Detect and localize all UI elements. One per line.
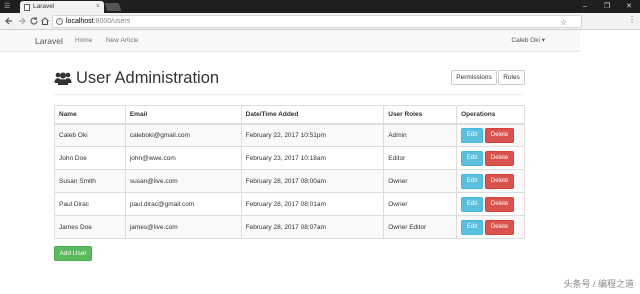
user-date-added-cell: February 22, 2017 10:51pm bbox=[240, 123, 385, 147]
users-table: Name Email Date/Time Added User Roles Op… bbox=[54, 105, 525, 239]
page-header: User Administration bbox=[54, 68, 219, 88]
operations-cell: Edit Delete bbox=[456, 169, 525, 193]
user-date-added-cell: February 28, 2017 08:00am bbox=[240, 169, 385, 193]
user-email-cell: john@wwe.com bbox=[124, 146, 242, 170]
page-favicon-icon bbox=[24, 4, 30, 11]
table-row: John Doe john@wwe.com February 23, 2017 … bbox=[54, 146, 525, 170]
delete-button[interactable]: Delete bbox=[485, 127, 515, 143]
user-name-cell: Paul Dirac bbox=[54, 192, 126, 216]
user-roles-cell: Admin bbox=[383, 123, 458, 147]
users-icon bbox=[54, 71, 72, 85]
delete-button[interactable]: Delete bbox=[485, 150, 515, 166]
add-user-button[interactable]: Add User bbox=[54, 246, 92, 261]
user-roles-cell: Editor bbox=[383, 146, 458, 170]
permissions-button[interactable]: Permissions bbox=[451, 70, 497, 85]
table-row: Paul Dirac paul.dirac@gmail.com February… bbox=[54, 192, 525, 216]
restore-icon[interactable]: ❐ bbox=[596, 0, 618, 13]
user-name-cell: Caleb Oki bbox=[54, 123, 126, 147]
column-header-name: Name bbox=[54, 105, 126, 125]
back-icon[interactable] bbox=[4, 16, 14, 26]
edit-button[interactable]: Edit bbox=[461, 196, 484, 212]
column-header-date-added: Date/Time Added bbox=[240, 105, 385, 125]
delete-button[interactable]: Delete bbox=[485, 173, 515, 189]
edit-button[interactable]: Edit bbox=[461, 219, 484, 235]
browser-menu-icon[interactable]: ☰ bbox=[4, 3, 11, 10]
home-icon[interactable] bbox=[40, 16, 50, 26]
user-menu-dropdown[interactable]: Caleb Oki ▾ bbox=[511, 30, 545, 52]
user-email-cell: james@live.com bbox=[124, 215, 242, 239]
column-header-email: Email bbox=[124, 105, 242, 125]
user-date-added-cell: February 28, 2017 08:01am bbox=[240, 192, 385, 216]
user-name-cell: James Doe bbox=[54, 215, 126, 239]
minimize-icon[interactable]: – bbox=[574, 0, 596, 13]
user-date-added-cell: February 23, 2017 10:18am bbox=[240, 146, 385, 170]
browser-tab-bar: ☰ Laravel × – ❐ ✕ bbox=[0, 0, 640, 13]
user-email-cell: caleboki@gmail.com bbox=[124, 123, 242, 147]
roles-button[interactable]: Roles bbox=[498, 70, 525, 85]
close-window-icon[interactable]: ✕ bbox=[618, 0, 640, 13]
browser-menu-kebab-icon[interactable]: ⋮ bbox=[628, 15, 636, 25]
new-tab-button[interactable] bbox=[104, 3, 122, 11]
table-row: James Doe james@live.com February 28, 20… bbox=[54, 215, 525, 239]
user-email-cell: susan@live.com bbox=[124, 169, 242, 193]
nav-link-new-article[interactable]: New Article bbox=[106, 30, 139, 52]
user-name-cell: Susan Smith bbox=[54, 169, 126, 193]
page-title: User Administration bbox=[76, 69, 220, 87]
table-row: Susan Smith susan@live.com February 28, … bbox=[54, 169, 525, 193]
user-date-added-cell: February 28, 2017 08:07am bbox=[240, 215, 385, 239]
forward-icon[interactable] bbox=[17, 16, 27, 26]
url-input[interactable]: i localhost:8000/users ☆ bbox=[52, 15, 582, 28]
address-toolbar: i localhost:8000/users ☆ ⋮ bbox=[0, 13, 640, 30]
tab-title: Laravel bbox=[33, 3, 55, 10]
operations-cell: Edit Delete bbox=[456, 146, 525, 170]
table-row: Caleb Oki caleboki@gmail.com February 22… bbox=[54, 123, 525, 147]
site-info-icon[interactable]: i bbox=[56, 18, 63, 25]
nav-link-home[interactable]: Home bbox=[75, 30, 92, 52]
user-email-cell: paul.dirac@gmail.com bbox=[124, 192, 242, 216]
delete-button[interactable]: Delete bbox=[485, 219, 515, 235]
user-roles-cell: Owner bbox=[383, 169, 458, 193]
user-name-cell: John Doe bbox=[54, 146, 126, 170]
operations-cell: Edit Delete bbox=[456, 123, 525, 147]
app-navbar: Laravel Home New Article Caleb Oki ▾ bbox=[0, 30, 580, 52]
column-header-user-roles: User Roles bbox=[383, 105, 458, 125]
column-header-operations: Operations bbox=[456, 105, 525, 125]
delete-button[interactable]: Delete bbox=[485, 196, 515, 212]
bookmark-star-icon[interactable]: ☆ bbox=[560, 18, 567, 28]
table-header-row: Name Email Date/Time Added User Roles Op… bbox=[54, 105, 525, 125]
navbar-brand[interactable]: Laravel bbox=[35, 30, 63, 52]
browser-tab[interactable]: Laravel × bbox=[20, 1, 104, 13]
edit-button[interactable]: Edit bbox=[461, 150, 484, 166]
window-controls: – ❐ ✕ bbox=[574, 0, 640, 13]
tab-close-icon[interactable]: × bbox=[96, 2, 100, 12]
edit-button[interactable]: Edit bbox=[461, 173, 484, 189]
header-divider bbox=[54, 94, 524, 95]
edit-button[interactable]: Edit bbox=[461, 127, 484, 143]
url-text: localhost:8000/users bbox=[66, 18, 131, 25]
user-roles-cell: Owner Editor bbox=[383, 215, 458, 239]
reload-icon[interactable] bbox=[29, 16, 39, 26]
watermark-text: 头条号 / 编程之道 bbox=[563, 279, 634, 289]
operations-cell: Edit Delete bbox=[456, 192, 525, 216]
user-roles-cell: Owner bbox=[383, 192, 458, 216]
operations-cell: Edit Delete bbox=[456, 215, 525, 239]
